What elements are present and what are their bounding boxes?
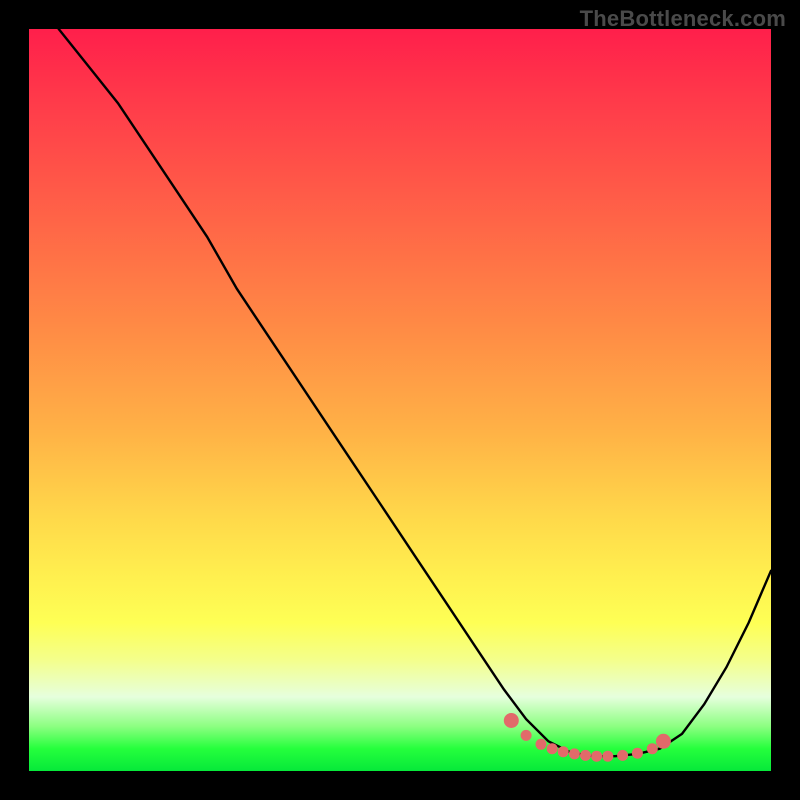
highlight-dot [647,743,658,754]
plot-area [29,29,771,771]
highlight-dot [602,751,613,762]
highlight-dot [536,739,547,750]
highlight-dot [558,746,569,757]
watermark-text: TheBottleneck.com [580,6,786,32]
highlight-dot [580,750,591,761]
chart-frame: TheBottleneck.com [0,0,800,800]
highlight-dot [617,750,628,761]
highlight-dot [569,748,580,759]
highlight-dot [591,751,602,762]
highlight-dot [521,730,532,741]
highlight-dot [632,748,643,759]
curve-svg [29,29,771,771]
highlight-dot [656,734,671,749]
highlight-dot [547,743,558,754]
bottleneck-curve [59,29,771,756]
highlight-dot [504,713,519,728]
